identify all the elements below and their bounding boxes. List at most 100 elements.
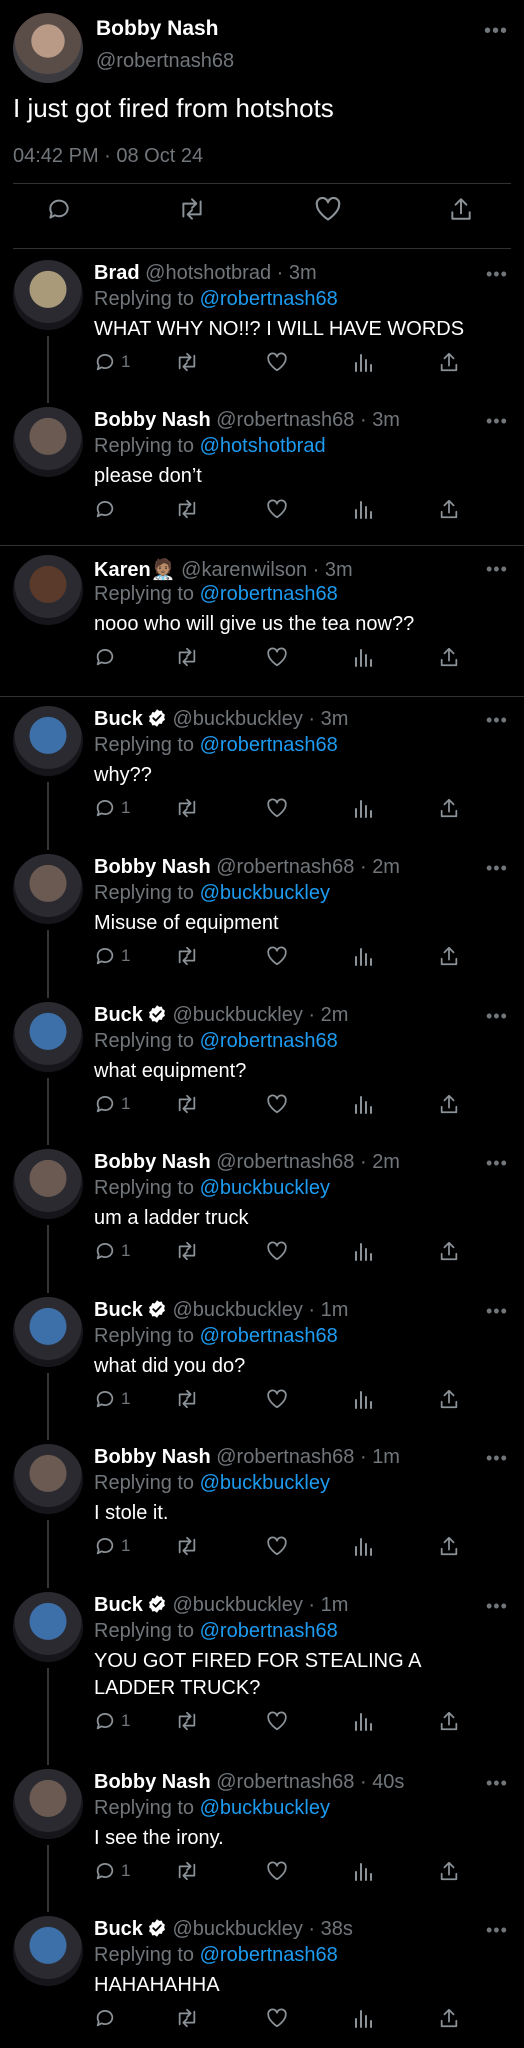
share-icon[interactable]	[438, 2006, 460, 2030]
more-options-icon[interactable]: •••	[486, 1301, 508, 1322]
share-icon[interactable]	[438, 645, 460, 669]
retweet-icon[interactable]	[175, 1387, 199, 1411]
views-icon[interactable]	[353, 1859, 373, 1883]
avatar[interactable]	[13, 260, 83, 330]
share-icon[interactable]	[438, 1239, 460, 1263]
views-icon[interactable]	[353, 350, 373, 374]
views-icon[interactable]	[353, 1239, 373, 1263]
author-name[interactable]: Bobby Nash	[94, 409, 211, 431]
retweet-icon[interactable]	[175, 1859, 199, 1883]
author-name[interactable]: Buck	[94, 1594, 143, 1616]
views-icon[interactable]	[353, 944, 373, 968]
replying-to-handle[interactable]: @robertnash68	[200, 288, 338, 310]
author-name[interactable]: Karen	[94, 559, 151, 581]
replying-to-handle[interactable]: @buckbuckley	[200, 1472, 330, 1494]
avatar[interactable]	[13, 555, 83, 625]
author-handle-time[interactable]: @buckbuckley · 1m	[172, 1594, 348, 1616]
reply-tweet[interactable]: Bobby Nash @robertnash68 · 40s ••• Replyin…	[0, 1761, 524, 1912]
avatar[interactable]	[13, 854, 83, 924]
avatar[interactable]	[13, 407, 83, 477]
avatar[interactable]	[13, 1297, 83, 1367]
avatar[interactable]	[13, 1002, 83, 1072]
share-icon[interactable]	[438, 1092, 460, 1116]
reply-button[interactable]: 1	[94, 1092, 130, 1116]
author-handle-time[interactable]: @robertnash68 · 2m	[216, 1151, 400, 1173]
author-name[interactable]: Buck	[94, 708, 143, 730]
reply-button[interactable]	[94, 2006, 121, 2030]
reply-tweet[interactable]: Karen🧑🏽‍⚕️ @karenwilson · 3m ••• Replying …	[0, 547, 524, 698]
share-icon[interactable]	[438, 1709, 460, 1733]
tweet-timestamp[interactable]: 04:42 PM · 08 Oct 24	[13, 145, 203, 168]
author-handle-time[interactable]: @karenwilson · 3m	[181, 559, 352, 581]
author-name[interactable]: Bobby Nash	[94, 1771, 211, 1793]
like-icon[interactable]	[266, 1709, 288, 1733]
reply-tweet[interactable]: Buck @buckbuckley · 38s ••• Replying to @r…	[0, 1908, 524, 2048]
more-options-icon[interactable]: •••	[486, 1448, 508, 1469]
more-options-icon[interactable]: •••	[486, 1153, 508, 1174]
retweet-icon[interactable]	[178, 196, 210, 228]
reply-tweet[interactable]: Buck @buckbuckley · 2m ••• Replying to @ro…	[0, 994, 524, 1145]
author-name[interactable]: Bobby Nash	[94, 856, 211, 878]
author-name[interactable]: Bobby Nash	[94, 1446, 211, 1468]
more-options-icon[interactable]: •••	[486, 559, 508, 580]
share-icon[interactable]	[438, 796, 460, 820]
reply-tweet[interactable]: Bobby Nash @robertnash68 · 2m ••• Replying…	[0, 846, 524, 998]
share-icon[interactable]	[438, 944, 460, 968]
share-icon[interactable]	[438, 350, 460, 374]
reply-tweet[interactable]: Buck @buckbuckley · 1m ••• Replying to @ro…	[0, 1584, 524, 1765]
replying-to-handle[interactable]: @robertnash68	[200, 1944, 338, 1966]
reply-tweet[interactable]: Bobby Nash @robertnash68 · 3m ••• Replying…	[0, 399, 524, 547]
reply-tweet[interactable]: Bobby Nash @robertnash68 · 2m ••• Replying…	[0, 1141, 524, 1293]
retweet-icon[interactable]	[175, 1709, 199, 1733]
share-icon[interactable]	[438, 1387, 460, 1411]
avatar[interactable]	[13, 1592, 83, 1662]
more-options-icon[interactable]: •••	[486, 1006, 508, 1027]
like-icon[interactable]	[266, 1092, 288, 1116]
more-options-icon[interactable]: •••	[486, 411, 508, 432]
views-icon[interactable]	[353, 796, 373, 820]
avatar[interactable]	[13, 1444, 83, 1514]
retweet-icon[interactable]	[175, 796, 199, 820]
replying-to-handle[interactable]: @robertnash68	[200, 1325, 338, 1347]
author-name[interactable]: Buck	[94, 1918, 143, 1940]
reply-tweet[interactable]: Buck @buckbuckley · 1m ••• Replying to @ro…	[0, 1289, 524, 1440]
replying-to-handle[interactable]: @robertnash68	[200, 734, 338, 756]
reply-button[interactable]: 1	[94, 350, 130, 374]
avatar[interactable]	[13, 1769, 83, 1839]
retweet-icon[interactable]	[175, 1534, 199, 1558]
like-icon[interactable]	[266, 497, 288, 521]
reply-icon[interactable]	[46, 196, 78, 228]
retweet-icon[interactable]	[175, 944, 199, 968]
author-name[interactable]: Buck	[94, 1004, 143, 1026]
author-handle-time[interactable]: @hotshotbrad · 3m	[145, 262, 317, 284]
like-icon[interactable]	[314, 196, 346, 228]
author-name[interactable]: Bobby Nash	[94, 1151, 211, 1173]
avatar[interactable]	[13, 13, 83, 83]
more-options-icon[interactable]: •••	[486, 858, 508, 879]
retweet-icon[interactable]	[175, 2006, 199, 2030]
author-handle-time[interactable]: @robertnash68 · 1m	[216, 1446, 400, 1468]
reply-button[interactable]: 1	[94, 1709, 130, 1733]
more-options-icon[interactable]: •••	[486, 1596, 508, 1617]
avatar[interactable]	[13, 1149, 83, 1219]
share-icon[interactable]	[438, 1534, 460, 1558]
more-options-icon[interactable]: •••	[486, 1773, 508, 1794]
replying-to-handle[interactable]: @robertnash68	[200, 1030, 338, 1052]
reply-tweet[interactable]: Bobby Nash @robertnash68 · 1m ••• Replying…	[0, 1436, 524, 1588]
retweet-icon[interactable]	[175, 350, 199, 374]
share-icon[interactable]	[438, 1859, 460, 1883]
author-handle-time[interactable]: @buckbuckley · 2m	[172, 1004, 348, 1026]
reply-button[interactable]: 1	[94, 796, 130, 820]
views-icon[interactable]	[353, 1387, 373, 1411]
reply-button[interactable]: 1	[94, 1239, 130, 1263]
like-icon[interactable]	[266, 1859, 288, 1883]
reply-tweet[interactable]: Brad @hotshotbrad · 3m ••• Replying to @ro…	[0, 252, 524, 403]
reply-button[interactable]: 1	[94, 1387, 130, 1411]
more-options-icon[interactable]: •••	[486, 264, 508, 285]
author-name[interactable]: Bobby Nash	[96, 17, 219, 41]
share-icon[interactable]	[448, 196, 480, 228]
views-icon[interactable]	[353, 1092, 373, 1116]
views-icon[interactable]	[353, 1534, 373, 1558]
reply-button[interactable]	[94, 497, 121, 521]
replying-to-handle[interactable]: @robertnash68	[200, 1620, 338, 1642]
